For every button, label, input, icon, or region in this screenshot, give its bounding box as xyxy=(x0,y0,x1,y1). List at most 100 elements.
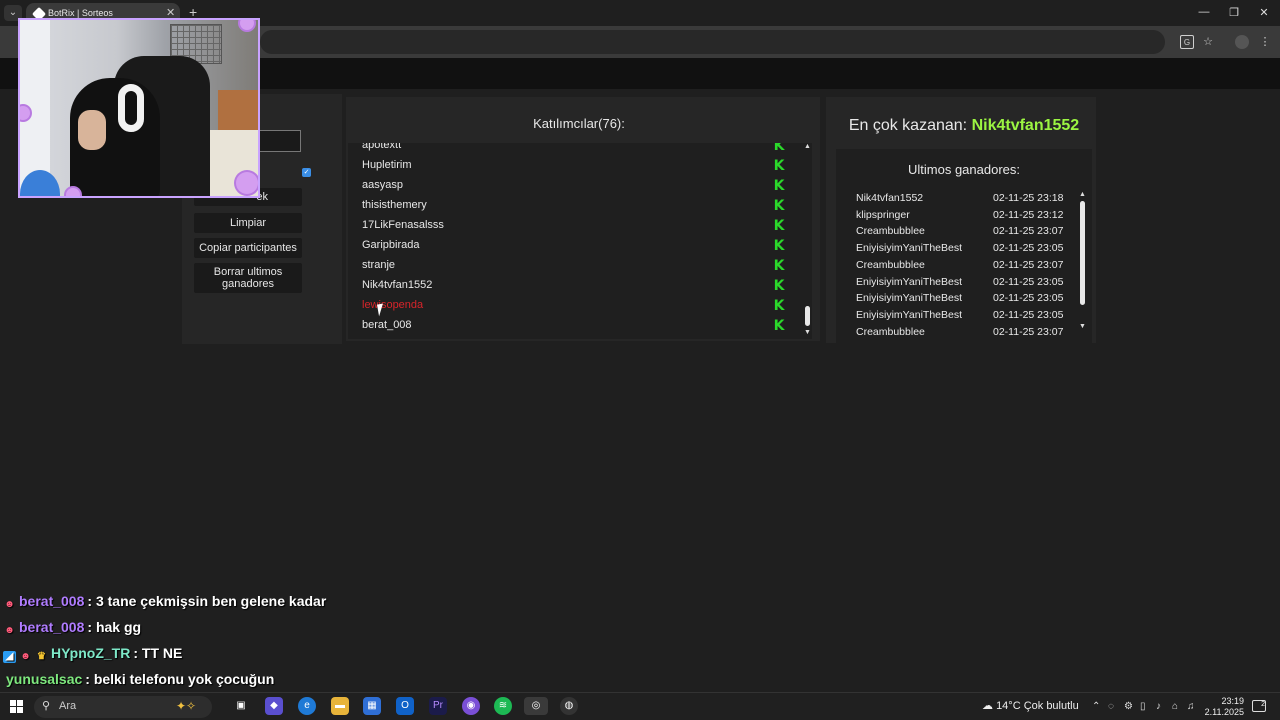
bookmark-star-icon[interactable]: ☆ xyxy=(1201,35,1215,49)
crown-badge-icon: ♛ xyxy=(37,651,46,662)
windows-start-icon[interactable] xyxy=(10,700,23,713)
participant-name: thisisthemery xyxy=(362,199,427,211)
participant-name: 17LikFenasalsss xyxy=(362,219,444,231)
participant-row[interactable]: thisisthemery K xyxy=(348,196,792,216)
weather-widget[interactable]: ☁ 14°C Çok bulutlu xyxy=(982,699,1079,712)
participants-scrollbar-thumb[interactable] xyxy=(805,306,810,326)
participant-row[interactable]: aasyasp K xyxy=(348,176,792,196)
chat-text: : TT NE xyxy=(133,645,183,661)
chat-username: yunusalsac xyxy=(6,671,83,687)
participant-row[interactable]: apotextt K xyxy=(348,143,792,156)
obs-icon[interactable]: ◍ xyxy=(560,697,578,715)
taskbar-clock[interactable]: 23:19 2.11.2025 xyxy=(1200,696,1244,718)
top-winner-name: Nik4tvfan1552 xyxy=(971,117,1080,134)
top-winner-label: En çok kazanan: xyxy=(848,117,968,134)
chat-username: berat_008 xyxy=(19,619,85,635)
last-winners-list[interactable]: Ultimos ganadores: ▲ ▼ Nik4tvfan1552 02-1… xyxy=(836,149,1092,343)
winner-time: 02-11-25 23:18 xyxy=(993,192,1064,204)
winners-panel: En çok kazanan: Nik4tvfan1552 Ultimos ga… xyxy=(826,97,1096,343)
participant-row[interactable]: Garipbirada K xyxy=(348,236,792,256)
participant-row[interactable]: lewisopenda K xyxy=(348,296,792,316)
translate-icon[interactable]: G xyxy=(1180,35,1194,49)
flower-sticker-icon xyxy=(236,172,258,194)
volume-icon[interactable]: ♫ xyxy=(1187,701,1195,712)
notification-center-icon[interactable]: 2 xyxy=(1252,700,1266,712)
kick-icon: K xyxy=(773,298,785,314)
tab-title: BotRix | Sorteos xyxy=(48,8,113,18)
chat-message: yunusalsac: belki telefonu yok çocuğun xyxy=(6,671,274,691)
tray-overflow-icon[interactable]: ⌃ xyxy=(1092,701,1100,712)
file-explorer-icon[interactable]: ▬ xyxy=(331,697,349,715)
tray-app-icon[interactable]: ◌ xyxy=(1108,701,1114,712)
clear-last-winners-button[interactable]: Borrar ultimos ganadores xyxy=(194,263,302,293)
kick-icon: K xyxy=(773,158,785,174)
search-icon: ⚲ xyxy=(42,700,51,712)
devil-badge-icon: ☻ xyxy=(20,651,31,662)
network-icon[interactable]: ⌂ xyxy=(1172,701,1178,712)
winner-time: 02-11-25 23:05 xyxy=(993,275,1064,288)
chat-message: ◢ ☻ ♛ HYpnoZ_TR: TT NE xyxy=(3,645,182,665)
menu-kebab-icon[interactable]: ⋮ xyxy=(1258,35,1272,49)
blue-badge-icon: ◢ xyxy=(3,651,16,663)
edge-icon[interactable]: e xyxy=(298,697,316,715)
winner-name: EniyisiyimYaniTheBest xyxy=(856,242,963,255)
scroll-up-arrow-icon[interactable]: ▲ xyxy=(804,143,811,150)
participant-row[interactable]: stranje K xyxy=(348,256,792,276)
microphone-icon[interactable]: ♪ xyxy=(1156,701,1161,712)
weather-text: 14°C Çok bulutlu xyxy=(996,700,1079,712)
participant-row[interactable]: Hupletirim K xyxy=(348,156,792,176)
chrome-icon[interactable]: ◎ xyxy=(524,697,548,715)
webcam-overlay xyxy=(18,18,260,198)
tray-device-icon[interactable]: ▯ xyxy=(1140,701,1146,712)
outlook-icon[interactable]: O xyxy=(396,697,414,715)
cam-streamer-face xyxy=(78,110,106,150)
winner-name: Creambubblee xyxy=(856,325,925,338)
participant-name: Garipbirada xyxy=(362,239,420,251)
task-view-icon[interactable]: ▣ xyxy=(232,697,250,715)
close-window-button[interactable]: ✕ xyxy=(1254,6,1274,19)
steam-icon[interactable]: ⚙ xyxy=(1124,701,1133,712)
winner-row: EniyisiyimYaniTheBest 02-11-25 23:05 xyxy=(856,276,1080,292)
restore-button[interactable]: ❐ xyxy=(1224,6,1244,19)
winner-name: Creambubblee xyxy=(856,225,925,238)
copy-participants-button[interactable]: Copiar participantes xyxy=(194,238,302,258)
windows-taskbar: ⚲ Ara ✦✧ ▣ ◆ e ▬ ▦ O Pr ◉ ≋ ◎ ◍ ☁ 14°C Ç… xyxy=(0,692,1280,720)
winner-time: 02-11-25 23:12 xyxy=(993,208,1064,221)
winner-name: Creambubblee xyxy=(856,258,925,271)
winner-row: klipspringer 02-11-25 23:12 xyxy=(856,209,1080,225)
winners-scrollbar-thumb[interactable] xyxy=(1080,201,1085,305)
search-highlight-icon: ✦✧ xyxy=(176,699,197,713)
participant-row[interactable]: Nik4tvfan1552 K xyxy=(348,276,792,296)
winner-row: EniyisiyimYaniTheBest 02-11-25 23:05 xyxy=(856,292,1080,308)
premiere-pro-icon[interactable]: Pr xyxy=(429,697,447,715)
participant-name: stranje xyxy=(362,259,396,271)
scroll-down-arrow-icon[interactable]: ▼ xyxy=(804,329,811,336)
address-bar[interactable] xyxy=(260,30,1165,54)
taskbar-search[interactable]: ⚲ Ara ✦✧ xyxy=(34,696,212,718)
chat-text: : belki telefonu yok çocuğun xyxy=(85,671,275,687)
participants-list[interactable]: ▲ ▼ apotextt K Hupletirim Kaasyasp Kthisisth… xyxy=(348,143,812,339)
kick-icon: K xyxy=(773,278,785,294)
kick-icon: K xyxy=(773,318,785,334)
participant-row[interactable]: 17LikFenasalsss K xyxy=(348,216,792,236)
winners-scroll-down-arrow-icon[interactable]: ▼ xyxy=(1079,323,1086,330)
cloud-icon: ☁ xyxy=(982,700,993,712)
copilot-icon[interactable]: ◆ xyxy=(265,697,283,715)
spotify-icon[interactable]: ≋ xyxy=(494,697,512,715)
minimize-button[interactable]: — xyxy=(1194,6,1214,18)
limpiar-button[interactable]: Limpiar xyxy=(194,213,302,233)
profile-icon[interactable] xyxy=(1235,35,1249,49)
microsoft-store-icon[interactable]: ▦ xyxy=(363,697,381,715)
headphones-icon xyxy=(118,84,144,132)
participant-name: apotextt xyxy=(362,143,402,151)
participant-name: berat_008 xyxy=(362,319,412,331)
winner-time: 02-11-25 23:07 xyxy=(993,258,1064,271)
winners-scroll-up-arrow-icon[interactable]: ▲ xyxy=(1079,191,1086,198)
keyword-input[interactable] xyxy=(258,130,301,152)
participant-row[interactable]: berat_008 K xyxy=(348,316,792,336)
discord-icon[interactable]: ◉ xyxy=(462,697,480,715)
option-checkbox[interactable]: ✓ xyxy=(302,168,311,177)
flower-sticker-icon xyxy=(66,188,80,196)
kick-icon: K xyxy=(773,143,785,154)
kick-icon: K xyxy=(773,258,785,274)
